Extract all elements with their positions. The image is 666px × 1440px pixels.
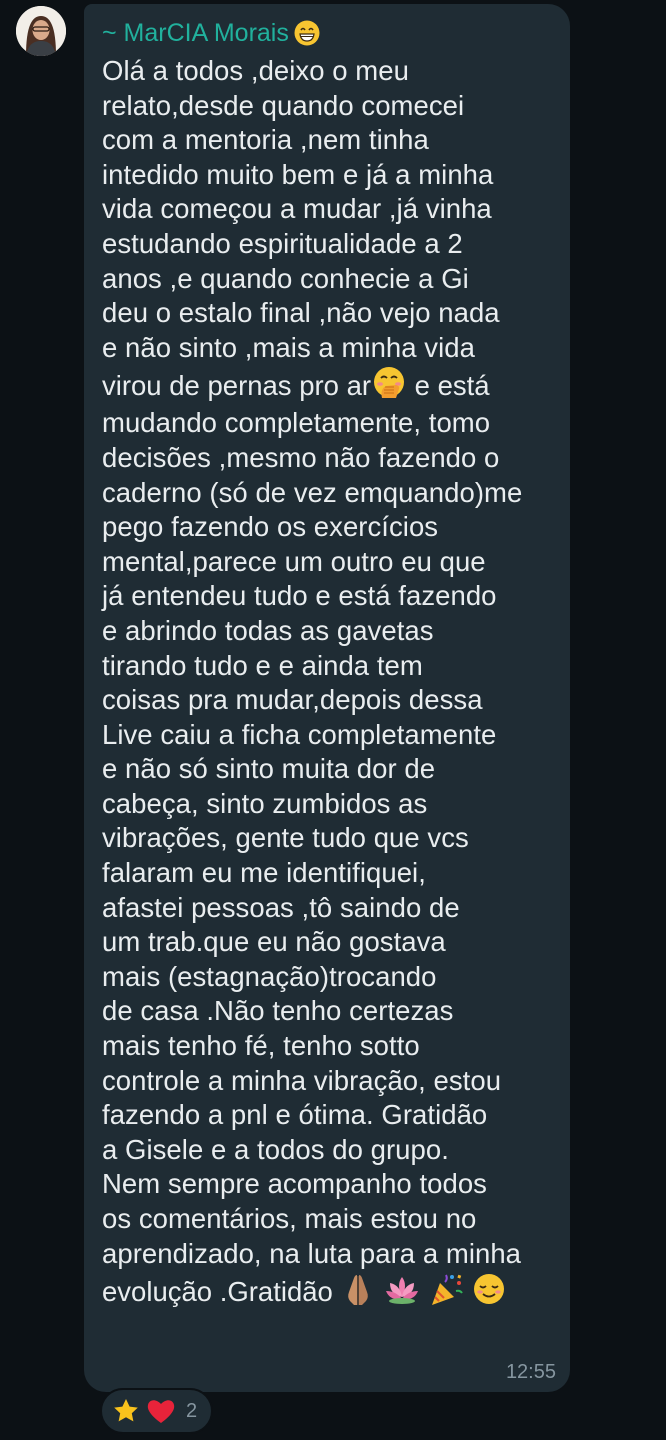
folded-hands-icon bbox=[348, 1275, 369, 1306]
avatar-portrait-icon bbox=[16, 6, 66, 56]
grinning-face-icon bbox=[294, 20, 320, 46]
reaction-count: 2 bbox=[186, 1399, 198, 1422]
message-text-line: de casa .Não tenho certezas bbox=[102, 995, 454, 1027]
message-text-line: já entendeu tudo e está fazendo bbox=[102, 580, 497, 612]
message-text-line: fazendo a pnl e ótima. Gratidão bbox=[102, 1099, 488, 1131]
message-text-line: tirando tudo e e ainda tem bbox=[102, 649, 423, 681]
message-closing-line: evolução .Gratidão bbox=[102, 1271, 552, 1312]
message-text-line: intedido muito bem e já a minha bbox=[102, 158, 494, 190]
face-with-hand-over-mouth-icon bbox=[374, 367, 405, 399]
message-text-line: aprendizado, na luta para a minha bbox=[102, 1237, 522, 1269]
message-text-line: controle a minha vibração, estou bbox=[102, 1064, 502, 1096]
message-text-line: anos ,e quando conhecie a Gi bbox=[102, 262, 469, 294]
message-text: Olá a todos ,deixo o meu relato,desde qua… bbox=[102, 54, 552, 365]
message-line-virou: virou de pernas pro ar e está bbox=[102, 365, 552, 406]
message-text-line: mais tenho fé, tenho sotto bbox=[102, 1030, 420, 1062]
message-text-line: mais (estagnação)trocando bbox=[102, 960, 437, 992]
message-text-line: afastei pessoas ,tô saindo de bbox=[102, 891, 460, 923]
sender-row: ~ MarCIA Morais bbox=[102, 16, 552, 50]
message-text-line: caderno (só de vez emquando)me bbox=[102, 476, 523, 508]
message-text-fragment: virou de pernas pro ar bbox=[102, 370, 372, 402]
red-heart-icon bbox=[147, 1400, 175, 1423]
chat-screen: ~ MarCIA Morais Olá a todos ,deixo o meu… bbox=[0, 0, 666, 1440]
message-text-line: vibrações, gente tudo que vcs bbox=[102, 822, 469, 854]
message-text-line: estudando espiritualidade a 2 bbox=[102, 227, 463, 259]
message-timestamp: 12:55 bbox=[505, 1361, 556, 1383]
message-text-line: cabeça, sinto zumbidos as bbox=[102, 787, 428, 819]
message-text-line: e abrindo todas as gavetas bbox=[102, 614, 434, 646]
message-text-line: deu o estalo final ,não vejo nada bbox=[102, 297, 500, 329]
reactions-pill[interactable]: 2 bbox=[100, 1388, 214, 1434]
message-text-line: Live caiu a ficha completamente bbox=[102, 718, 497, 750]
message-text-line: e não só sinto muita dor de bbox=[102, 753, 436, 785]
message-text-line: os comentários, mais estou no bbox=[102, 1203, 477, 1234]
message-text-line: com a mentoria ,nem tinha bbox=[102, 124, 429, 156]
sender-avatar[interactable] bbox=[16, 6, 66, 56]
message-text-line: a Gisele e a todos do grupo. bbox=[102, 1133, 449, 1165]
message-text-line: vida começou a mudar ,já vinha bbox=[102, 193, 492, 225]
message-text-line: pego fazendo os exercícios bbox=[102, 511, 439, 543]
star-icon bbox=[114, 1399, 138, 1422]
party-popper-icon bbox=[431, 1274, 463, 1306]
message-text-line: um trab.que eu não gostava bbox=[102, 926, 446, 958]
sender-name[interactable]: ~ MarCIA Morais bbox=[102, 16, 289, 50]
message-text-line: mental,parece um outro eu que bbox=[102, 545, 486, 577]
message-text-line: mudando completamente, tomo bbox=[102, 407, 491, 439]
message-text-line: coisas pra mudar,depois dessa bbox=[102, 684, 483, 716]
relieved-face-icon bbox=[474, 1274, 505, 1305]
message-text-line: relato,desde quando comecei bbox=[102, 89, 465, 121]
message-text-line: Olá a todos ,deixo o meu bbox=[102, 55, 409, 86]
message-text-line: falaram eu me identifiquei, bbox=[102, 857, 426, 889]
message-text-continued: mudando completamente, tomo decisões ,mes… bbox=[102, 406, 552, 1271]
message-text-line: e não sinto ,mais a minha vida bbox=[102, 331, 475, 363]
message-bubble[interactable]: ~ MarCIA Morais Olá a todos ,deixo o meu… bbox=[84, 4, 570, 1392]
message-text-fragment: e está bbox=[407, 370, 490, 402]
lotus-icon bbox=[386, 1277, 419, 1305]
message-text-line: decisões ,mesmo não fazendo o bbox=[102, 441, 500, 473]
message-closing-text: evolução .Gratidão bbox=[102, 1276, 341, 1308]
message-text-line: Nem sempre acompanho todos bbox=[102, 1168, 487, 1200]
